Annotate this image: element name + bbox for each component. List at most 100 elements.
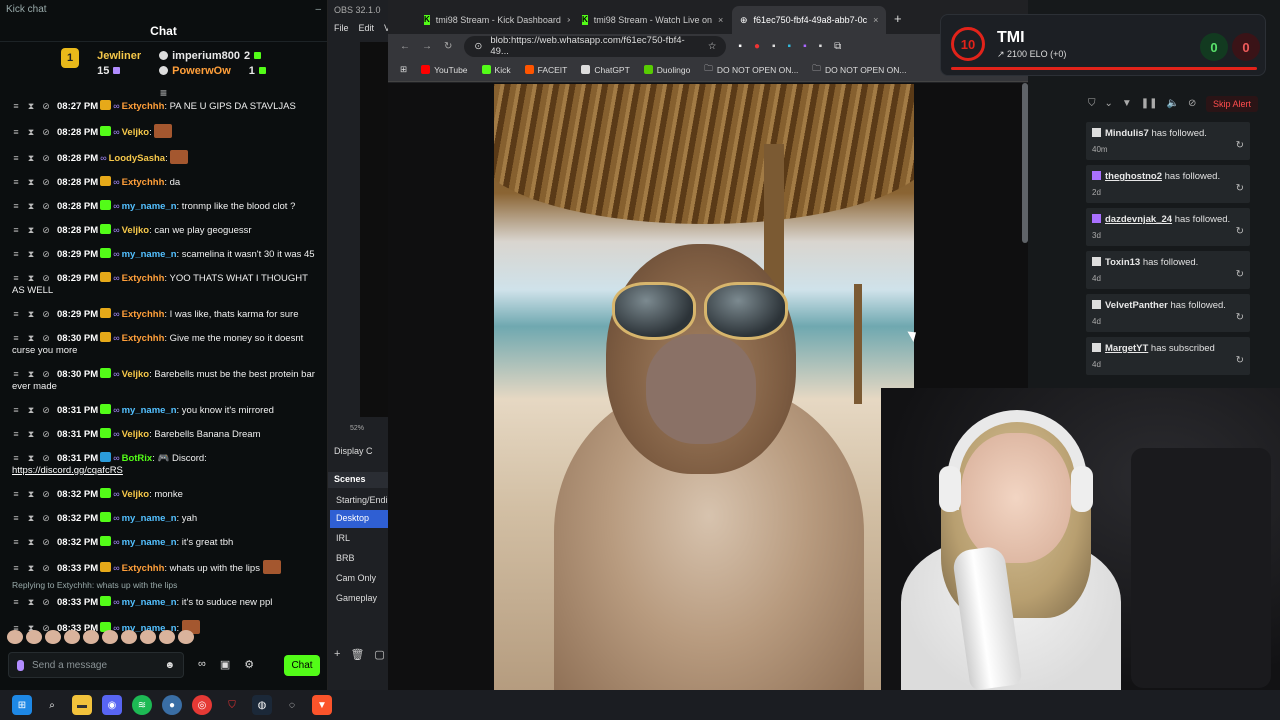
mute-alerts-icon[interactable]: ⊘ [1188, 98, 1196, 109]
pause-icon[interactable]: ❚❚ [1141, 98, 1158, 109]
chat-username[interactable]: Extychhh [122, 101, 165, 112]
new-tab-button[interactable]: + [894, 11, 902, 34]
site-info-icon[interactable]: ⊙ [474, 41, 482, 52]
pin-icon[interactable]: ≡ [12, 126, 20, 138]
timeout-icon[interactable]: ⧗ [27, 200, 35, 212]
back-icon[interactable]: ← [400, 41, 410, 52]
store-icon[interactable]: ▣ [220, 658, 230, 671]
menu-file[interactable]: File [334, 23, 349, 37]
pin-icon[interactable]: ≡ [12, 452, 20, 464]
ban-icon[interactable]: ⊘ [42, 368, 50, 380]
leader-name[interactable]: Jewliner [97, 50, 141, 62]
send-chat-button[interactable]: Chat [284, 655, 320, 676]
chat-username[interactable]: Extychhh [122, 177, 165, 188]
brave-icon[interactable]: ▼ [312, 695, 332, 715]
star-icon[interactable]: ☆ [708, 41, 717, 52]
emote-icon[interactable] [26, 630, 42, 644]
skip-alert-button[interactable]: Skip Alert [1206, 96, 1259, 112]
pin-icon[interactable]: ≡ [12, 368, 20, 380]
scene-brb[interactable]: BRB [330, 550, 388, 568]
replay-icon[interactable]: ↻ [1236, 312, 1244, 324]
emote-icon[interactable] [7, 630, 23, 644]
shield-app-icon[interactable]: ⛉ [222, 695, 242, 715]
emote-icon[interactable] [121, 630, 137, 644]
chat-username[interactable]: BotRix [122, 453, 153, 464]
emote-icon[interactable] [64, 630, 80, 644]
replay-icon[interactable]: ↻ [1236, 183, 1244, 195]
ban-icon[interactable]: ⊘ [42, 562, 50, 574]
shield-icon[interactable]: ⛉ [1088, 98, 1096, 109]
timeout-icon[interactable]: ⧗ [27, 596, 35, 608]
reload-icon[interactable]: ↻ [444, 41, 452, 52]
bookmark[interactable]: ChatGPT [581, 65, 630, 75]
extension-icon[interactable]: ▪ [788, 41, 792, 52]
ban-icon[interactable]: ⊘ [42, 176, 50, 188]
puzzle-icon[interactable]: ⧉ [834, 41, 841, 52]
tab-blob[interactable]: ⊕ f61ec750-fbf4-49a8-abb7-0c × [732, 6, 886, 34]
trash-icon[interactable]: 🗑 [350, 648, 364, 661]
chat-username[interactable]: Veljko [122, 369, 149, 380]
ban-icon[interactable]: ⊘ [42, 272, 50, 284]
chat-username[interactable]: Veljko [122, 127, 149, 138]
replay-icon[interactable]: ↻ [1236, 140, 1244, 152]
chat-username[interactable]: Extychhh [122, 563, 165, 574]
timeout-icon[interactable]: ⧗ [27, 100, 35, 112]
ban-icon[interactable]: ⊘ [42, 332, 50, 344]
pin-icon[interactable]: ≡ [12, 404, 20, 416]
chevron-down-icon[interactable]: ⌄ [1105, 98, 1113, 109]
ban-icon[interactable]: ⊘ [42, 536, 50, 548]
pin-icon[interactable]: ≡ [12, 536, 20, 548]
steam-icon[interactable]: ◍ [252, 695, 272, 715]
chat-input[interactable]: Send a message ☻ [8, 652, 184, 678]
pin-icon[interactable]: ≡ [12, 488, 20, 500]
scene-irl[interactable]: IRL [330, 530, 388, 548]
chat-username[interactable]: Extychhh [122, 273, 165, 284]
emote-icon[interactable] [45, 630, 61, 644]
scene-desktop[interactable]: Desktop [330, 510, 388, 528]
extension-icon[interactable]: ▪ [772, 41, 776, 52]
timeout-icon[interactable]: ⧗ [27, 536, 35, 548]
chat-username[interactable]: Extychhh [122, 333, 165, 344]
emote-icon[interactable] [140, 630, 156, 644]
chat-username[interactable]: my_name_n [122, 201, 177, 212]
pin-icon[interactable]: ≡ [12, 224, 20, 236]
filter-icon[interactable]: ▼ [1122, 98, 1132, 109]
chat-username[interactable]: LoodySasha [109, 153, 166, 164]
emoji-icon[interactable]: ☻ [164, 660, 175, 671]
bookmark[interactable]: YouTube [421, 65, 468, 75]
pin-icon[interactable]: ≡ [12, 596, 20, 608]
gear-icon[interactable]: ⚙ [244, 658, 254, 671]
emote-icon[interactable] [178, 630, 194, 644]
obs-icon[interactable]: ◌ [282, 695, 302, 715]
ban-icon[interactable]: ⊘ [42, 488, 50, 500]
timeout-icon[interactable]: ⧗ [27, 404, 35, 416]
event-username[interactable]: Mindulis7 [1105, 128, 1149, 139]
ban-icon[interactable]: ⊘ [42, 152, 50, 164]
emote-icon[interactable] [83, 630, 99, 644]
emote-icon[interactable] [159, 630, 175, 644]
forward-icon[interactable]: → [422, 41, 432, 52]
app-icon[interactable]: ● [162, 695, 182, 715]
scene-starting[interactable]: Starting/Endi [330, 492, 388, 510]
tab-kick-dashboard[interactable]: Ktmi98 Stream - Kick Dashboard × [416, 6, 570, 34]
timeout-icon[interactable]: ⧗ [27, 452, 35, 464]
timeout-icon[interactable]: ⧗ [27, 224, 35, 236]
scene-gameplay[interactable]: Gameplay [330, 590, 388, 608]
discord-icon[interactable]: ◉ [102, 695, 122, 715]
chat-username[interactable]: Extychhh [122, 309, 165, 320]
ban-icon[interactable]: ⊘ [42, 452, 50, 464]
pin-icon[interactable]: ≡ [12, 332, 20, 344]
infinity-icon[interactable]: ∞ [198, 658, 206, 671]
ban-icon[interactable]: ⊘ [42, 248, 50, 260]
bookmark-folder[interactable]: 🗀 DO NOT OPEN ON... [812, 63, 906, 77]
mic-icon[interactable] [17, 659, 24, 671]
chrome-icon[interactable]: ◎ [192, 695, 212, 715]
timeout-icon[interactable]: ⧗ [27, 562, 35, 574]
chat-username[interactable]: my_name_n [122, 597, 177, 608]
pin-icon[interactable]: ≡ [12, 562, 20, 574]
minimize-icon[interactable]: – [315, 4, 321, 16]
ban-icon[interactable]: ⊘ [42, 200, 50, 212]
pin-icon[interactable]: ≡ [12, 100, 20, 112]
pin-icon[interactable]: ≡ [12, 248, 20, 260]
bookmark[interactable]: Duolingo [643, 65, 690, 75]
